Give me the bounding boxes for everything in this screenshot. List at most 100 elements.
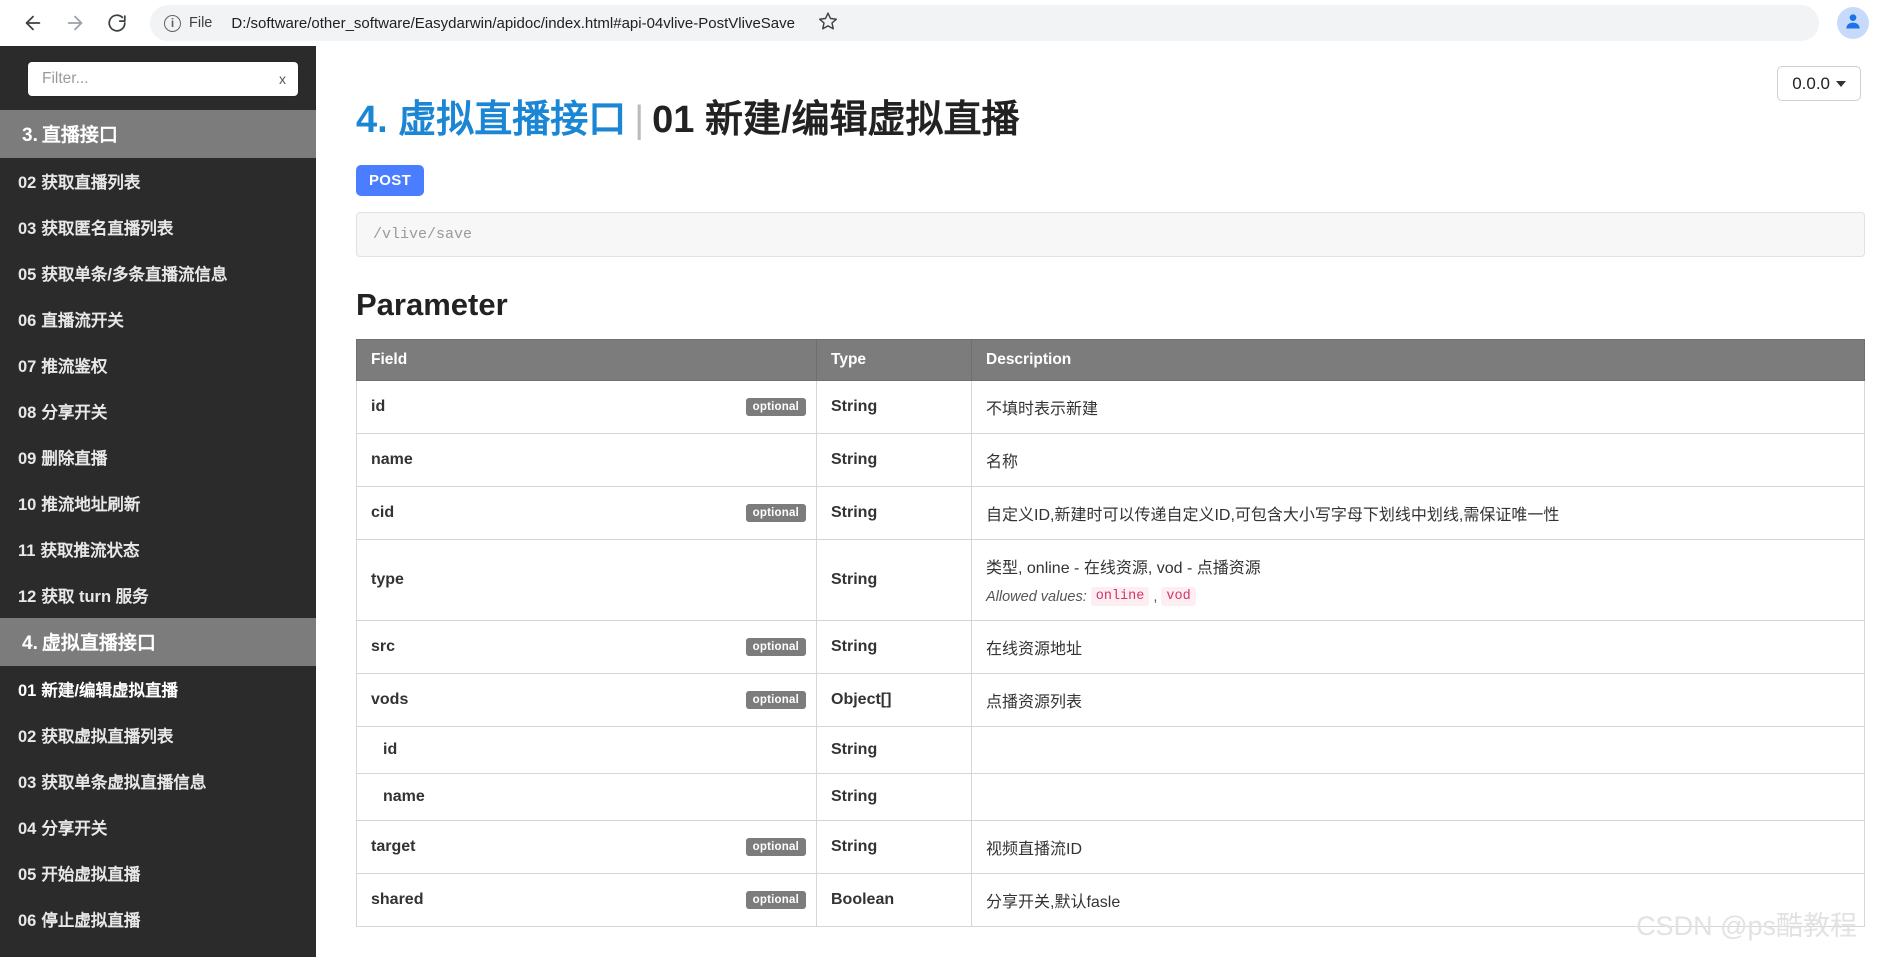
param-description — [971, 726, 1865, 774]
forward-button[interactable] — [56, 4, 94, 42]
param-field: vods optional — [356, 673, 817, 727]
filter-box[interactable]: x — [28, 62, 298, 96]
http-method-badge: POST — [356, 165, 425, 196]
back-button[interactable] — [14, 4, 52, 42]
optional-badge: optional — [745, 838, 806, 856]
param-field: shared optional — [356, 873, 817, 927]
filter-clear-button[interactable]: x — [275, 72, 298, 86]
profile-avatar-icon — [1843, 11, 1863, 36]
filter-input[interactable] — [28, 62, 275, 96]
table-header-row: Field Type Description — [356, 339, 1865, 381]
sidebar-item-3-02[interactable]: 02 获取直播列表 — [0, 158, 316, 204]
item-label: 获取单条虚拟直播信息 — [41, 774, 207, 792]
column-header-type: Type — [816, 339, 972, 381]
sidebar: x 3.直播接口 02获取直播列表 03获取匿名直播列表 05获取单条/多条直播… — [0, 46, 316, 957]
param-name: name — [371, 451, 413, 468]
sidebar-item-3-06[interactable]: 06 直播流开关 — [0, 296, 316, 342]
param-name: type — [371, 571, 404, 588]
version-dropdown[interactable]: 0.0.0 — [1777, 66, 1861, 101]
item-num: 02 — [18, 728, 37, 746]
param-description: 名称 — [971, 433, 1865, 487]
table-row: id String — [356, 726, 1865, 774]
address-bar[interactable]: i File D:/software/other_software/Easyda… — [150, 5, 1819, 41]
bookmark-button[interactable] — [811, 6, 845, 40]
star-icon — [818, 11, 838, 36]
sidebar-group-3-num: 3. — [22, 125, 38, 146]
page-body: x 3.直播接口 02获取直播列表 03获取匿名直播列表 05获取单条/多条直播… — [0, 46, 1883, 957]
param-description: 分享开关,默认fasle — [971, 873, 1865, 927]
sidebar-item-4-01[interactable]: 01 新建/编辑虚拟直播 — [0, 666, 316, 712]
sidebar-item-4-05[interactable]: 05 开始虚拟直播 — [0, 850, 316, 896]
param-type: String — [816, 773, 972, 821]
file-scheme-label: File — [189, 15, 213, 31]
item-num: 03 — [18, 220, 37, 238]
item-label: 直播流开关 — [41, 312, 124, 330]
sidebar-group-header-3[interactable]: 3. 直播接口 — [0, 110, 316, 158]
item-num: 11 — [18, 542, 36, 560]
allowed-values: Allowed values: online , vod — [986, 587, 1850, 606]
item-num: 02 — [18, 174, 37, 192]
optional-badge: optional — [745, 398, 806, 416]
sidebar-item-4-04[interactable]: 04 分享开关 — [0, 804, 316, 850]
param-name: name — [383, 788, 425, 805]
api-endpoint-title: 01 新建/编辑虚拟直播 — [652, 99, 1020, 141]
param-name: id — [371, 398, 386, 415]
item-num: 05 — [18, 266, 37, 284]
param-field: src optional — [356, 620, 817, 674]
item-num: 07 — [18, 358, 37, 376]
item-num: 12 — [18, 588, 37, 606]
sidebar-item-3-12[interactable]: 12 获取 turn 服务 — [0, 572, 316, 618]
browser-toolbar: i File D:/software/other_software/Easyda… — [0, 0, 1883, 46]
sidebar-item-3-11[interactable]: 11 获取推流状态 — [0, 526, 316, 572]
sidebar-item-3-07[interactable]: 07 推流鉴权 — [0, 342, 316, 388]
sidebar-item-3-03[interactable]: 03 获取匿名直播列表 — [0, 204, 316, 250]
item-num: 04 — [18, 820, 37, 838]
param-type: Object[] — [816, 673, 972, 727]
sidebar-item-3-08[interactable]: 08 分享开关 — [0, 388, 316, 434]
param-name: cid — [371, 504, 395, 521]
item-num: 06 — [18, 912, 37, 930]
param-description: 类型, online - 在线资源, vod - 点播资源 Allowed va… — [971, 539, 1865, 621]
param-type: String — [816, 820, 972, 874]
column-header-field: Field — [356, 339, 817, 381]
profile-button[interactable] — [1837, 7, 1869, 39]
sidebar-item-4-03[interactable]: 03 获取单条虚拟直播信息 — [0, 758, 316, 804]
item-label: 推流鉴权 — [41, 358, 108, 376]
table-row: name String — [356, 773, 1865, 821]
title-separator: | — [634, 99, 645, 141]
item-label: 分享开关 — [41, 404, 108, 422]
reload-button[interactable] — [98, 4, 136, 42]
info-circle-icon[interactable]: i — [164, 14, 181, 32]
parameter-table: Field Type Description id optional Strin… — [356, 339, 1865, 927]
item-label: 停止虚拟直播 — [41, 912, 141, 930]
param-type: Boolean — [816, 873, 972, 927]
param-field: id optional — [356, 380, 817, 434]
sidebar-item-3-09[interactable]: 09 删除直播 — [0, 434, 316, 480]
param-description: 自定义ID,新建时可以传递自定义ID,可包含大小写字母下划线中划线,需保证唯一性 — [971, 486, 1865, 540]
optional-badge: optional — [745, 691, 806, 709]
optional-badge: optional — [745, 891, 806, 909]
sidebar-item-3-05[interactable]: 05 获取单条/多条直播流信息 — [0, 250, 316, 296]
sidebar-item-4-06[interactable]: 06 停止虚拟直播 — [0, 896, 316, 942]
item-num: 06 — [18, 312, 37, 330]
optional-badge: optional — [745, 504, 806, 522]
table-row: shared optional Boolean 分享开关,默认fasle — [356, 873, 1865, 927]
url-text[interactable]: D:/software/other_software/Easydarwin/ap… — [231, 15, 795, 32]
param-field-nested: id — [356, 726, 817, 774]
table-row: vods optional Object[] 点播资源列表 — [356, 673, 1865, 727]
sidebar-group-header-4[interactable]: 4. 虚拟直播接口 — [0, 618, 316, 666]
sidebar-item-4-02[interactable]: 02 获取虚拟直播列表 — [0, 712, 316, 758]
endpoint-url-box: /vlive/save — [356, 212, 1865, 257]
item-label: 删除直播 — [41, 450, 108, 468]
table-row: id optional String 不填时表示新建 — [356, 380, 1865, 434]
item-label: 获取 turn 服务 — [41, 588, 149, 606]
item-label: 推流地址刷新 — [41, 496, 141, 514]
item-label: 获取推流状态 — [40, 542, 140, 560]
param-type: String — [816, 486, 972, 540]
item-num: 08 — [18, 404, 37, 422]
allowed-value-online: online — [1090, 587, 1150, 606]
allowed-values-label: Allowed values: — [986, 588, 1087, 605]
item-num: 03 — [18, 774, 37, 792]
sidebar-item-3-10[interactable]: 10 推流地址刷新 — [0, 480, 316, 526]
param-name: shared — [371, 891, 424, 908]
